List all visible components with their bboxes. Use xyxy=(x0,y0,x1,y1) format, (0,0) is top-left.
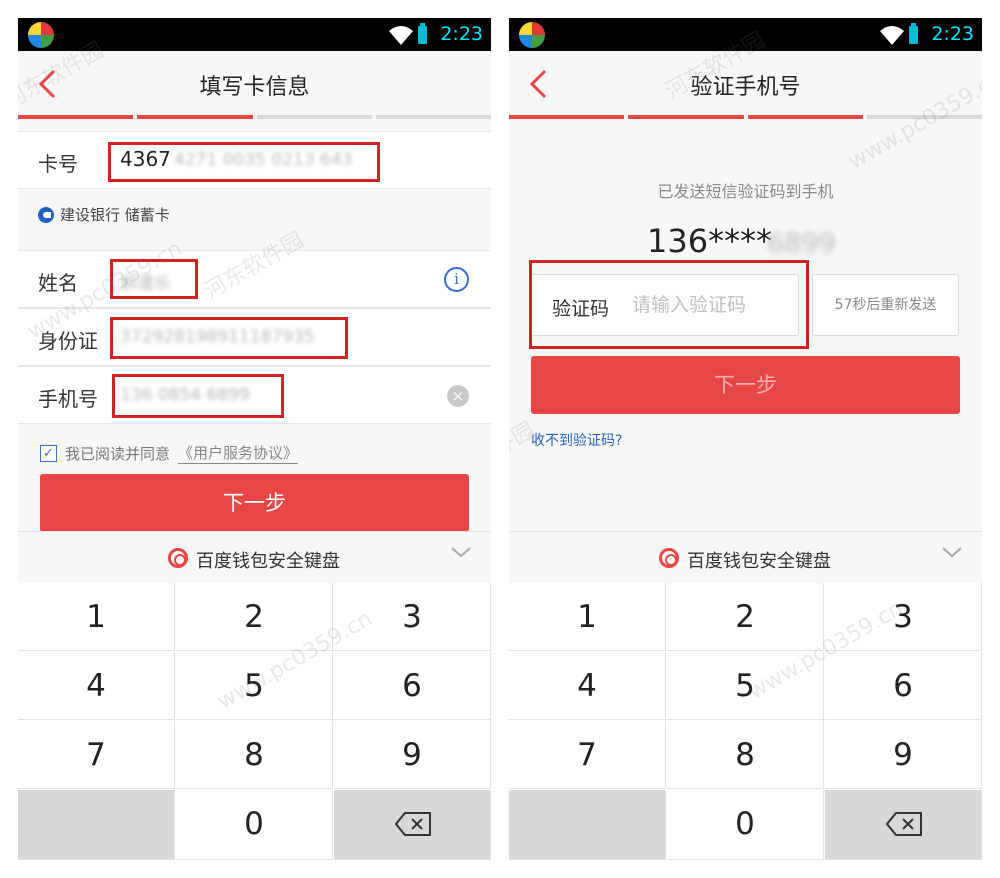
page-title: 验证手机号 xyxy=(690,75,801,100)
checkbox-icon[interactable]: ✓ xyxy=(40,444,57,462)
progress-step xyxy=(509,115,625,119)
right-screen: 2:23 验证手机号 已发送短信验证码到手机 136**** 6899 验证码 … xyxy=(509,18,982,860)
baidu-wallet-icon xyxy=(659,548,679,568)
name-row[interactable]: 姓名 郝遣乐 i xyxy=(18,250,491,308)
progress-step xyxy=(137,115,253,119)
app-status-icon xyxy=(28,22,54,48)
watermark: 河东软件园 xyxy=(509,417,540,495)
highlight-box xyxy=(112,374,284,418)
key-7[interactable]: 7 xyxy=(18,721,175,789)
sms-sent-text: 已发送短信验证码到手机 xyxy=(657,182,834,201)
app-status-icon xyxy=(519,22,545,48)
key-3[interactable]: 3 xyxy=(825,583,982,651)
backspace-icon xyxy=(395,812,431,836)
key-0[interactable]: 0 xyxy=(176,790,333,860)
keyboard-title: 百度钱包安全键盘 xyxy=(196,551,340,572)
status-bar: 2:23 xyxy=(509,18,982,51)
phone-row[interactable]: 手机号 136 0854 6899 × xyxy=(18,366,491,424)
backspace-icon xyxy=(886,812,922,836)
key-empty xyxy=(509,790,666,860)
id-label: 身份证 xyxy=(38,329,98,353)
keyboard-header: 百度钱包安全键盘 xyxy=(18,531,491,583)
key-8[interactable]: 8 xyxy=(667,721,824,789)
title-bar: 填写卡信息 xyxy=(18,51,491,118)
agreement: ✓ 我已阅读并同意 《用户服务协议》 xyxy=(40,442,299,464)
card-number-row[interactable]: 卡号 4367 4271 0035 0213 643 xyxy=(18,131,491,189)
next-button[interactable]: 下一步 xyxy=(40,474,469,532)
key-3[interactable]: 3 xyxy=(334,583,491,651)
key-1[interactable]: 1 xyxy=(18,583,175,651)
bank-logo-icon xyxy=(38,206,54,223)
status-time: 2:23 xyxy=(931,23,974,45)
bank-name: 建设银行 储蓄卡 xyxy=(60,206,170,224)
clear-icon[interactable]: × xyxy=(447,385,469,407)
key-0[interactable]: 0 xyxy=(667,790,824,860)
progress-step xyxy=(375,115,491,119)
step-progress xyxy=(18,115,491,119)
key-2[interactable]: 2 xyxy=(176,583,333,651)
key-1[interactable]: 1 xyxy=(509,583,666,651)
agreement-link[interactable]: 《用户服务协议》 xyxy=(178,442,299,464)
next-button[interactable]: 下一步 xyxy=(531,356,960,414)
battery-icon xyxy=(909,23,918,44)
agreement-text: 我已阅读并同意 xyxy=(65,444,171,463)
key-4[interactable]: 4 xyxy=(18,652,175,720)
card-number-label: 卡号 xyxy=(38,152,78,176)
no-code-link[interactable]: 收不到验证码? xyxy=(531,430,622,450)
id-row[interactable]: 身份证 372928198911187935 xyxy=(18,308,491,366)
phone-number-visible: 136**** xyxy=(647,222,773,260)
key-2[interactable]: 2 xyxy=(667,583,824,651)
info-icon[interactable]: i xyxy=(444,267,469,292)
key-9[interactable]: 9 xyxy=(825,721,982,789)
highlight-box xyxy=(110,317,348,359)
key-6[interactable]: 6 xyxy=(825,652,982,720)
key-9[interactable]: 9 xyxy=(334,721,491,789)
step-progress xyxy=(509,115,982,119)
backspace-key[interactable] xyxy=(334,790,491,860)
wifi-icon xyxy=(389,26,413,45)
battery-icon xyxy=(418,23,427,44)
chevron-down-icon[interactable] xyxy=(451,546,471,558)
key-5[interactable]: 5 xyxy=(667,652,824,720)
keyboard-title: 百度钱包安全键盘 xyxy=(687,551,831,572)
key-7[interactable]: 7 xyxy=(509,721,666,789)
keyboard-header: 百度钱包安全键盘 xyxy=(509,531,982,583)
highlight-box xyxy=(529,260,809,349)
page-title: 填写卡信息 xyxy=(199,75,310,100)
key-4[interactable]: 4 xyxy=(509,652,666,720)
phone-label: 手机号 xyxy=(38,387,98,411)
status-time: 2:23 xyxy=(440,23,483,45)
resend-button[interactable]: 57秒后重新发送 xyxy=(812,274,959,336)
status-bar: 2:23 xyxy=(18,18,491,51)
key-6[interactable]: 6 xyxy=(334,652,491,720)
wifi-icon xyxy=(880,26,904,45)
backspace-key[interactable] xyxy=(825,790,982,860)
left-screen: 2:23 填写卡信息 卡号 4367 4271 0035 0213 643 建设… xyxy=(18,18,491,860)
key-8[interactable]: 8 xyxy=(176,721,333,789)
progress-step xyxy=(256,115,372,119)
progress-step xyxy=(866,115,982,119)
highlight-box xyxy=(110,259,198,299)
progress-step xyxy=(18,115,134,119)
highlight-box xyxy=(108,142,380,182)
title-bar: 验证手机号 xyxy=(509,51,982,118)
progress-step xyxy=(628,115,744,119)
phone-number-hidden: 6899 xyxy=(767,228,836,259)
bank-info: 建设银行 储蓄卡 xyxy=(38,204,170,225)
keypad: 1 2 3 4 5 6 7 8 9 0 xyxy=(18,583,491,860)
name-label: 姓名 xyxy=(38,271,78,295)
chevron-down-icon[interactable] xyxy=(942,546,962,558)
keypad: 1 2 3 4 5 6 7 8 9 0 xyxy=(509,583,982,860)
key-5[interactable]: 5 xyxy=(176,652,333,720)
progress-step xyxy=(747,115,863,119)
baidu-wallet-icon xyxy=(168,548,188,568)
key-empty xyxy=(18,790,175,860)
